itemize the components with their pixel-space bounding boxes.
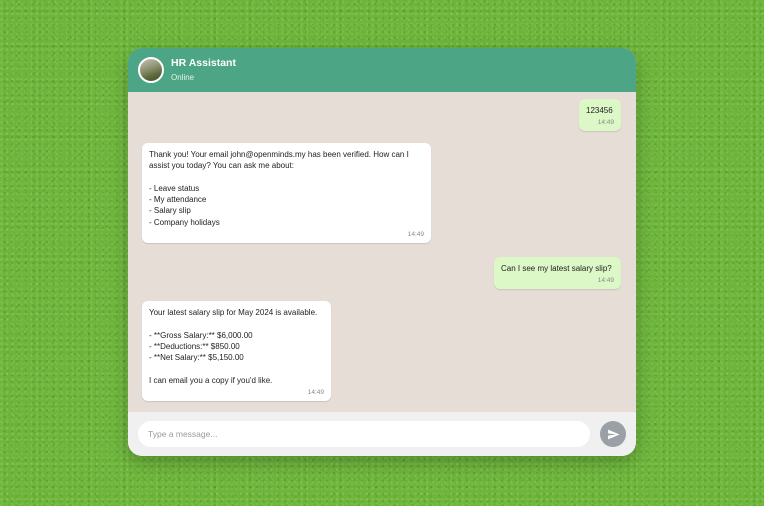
composer-bar bbox=[128, 412, 636, 456]
message-timestamp: 14:49 bbox=[307, 389, 324, 397]
message-text-line: 123456 bbox=[586, 106, 613, 115]
message-text-line: - My attendance bbox=[149, 195, 207, 205]
message-text-line: Your latest salary slip for May 2024 is … bbox=[149, 308, 318, 317]
message-bubble-incoming: Your latest salary slip for May 2024 is … bbox=[142, 301, 331, 402]
message-text-line: - **Gross Salary:** $6,000.00 bbox=[149, 330, 253, 340]
chat-title: HR Assistant bbox=[171, 56, 236, 69]
chat-window: HR Assistant Online 123456 14:49 Thank y… bbox=[128, 48, 636, 456]
message-text-line bbox=[149, 363, 324, 374]
message-text-line bbox=[149, 318, 324, 329]
send-icon bbox=[607, 429, 619, 439]
message-text-line: - Leave status bbox=[149, 183, 200, 193]
message-list[interactable]: 123456 14:49 Thank you! Your email john@… bbox=[128, 92, 636, 412]
message-text-line: I can email you a copy if you'd like. bbox=[149, 375, 273, 385]
message-timestamp: 14:49 bbox=[597, 119, 614, 127]
message-text-line: - **Net Salary:** $5,150.00 bbox=[149, 353, 244, 363]
message-text-line: - Salary slip bbox=[149, 206, 191, 216]
message-text-line: Thank you! Your email john@openminds.my … bbox=[149, 150, 409, 159]
header-text: HR Assistant Online bbox=[171, 57, 236, 84]
message-text-line: assist you today? You can ask me about: bbox=[149, 161, 294, 171]
message-text-line: Can I see my latest salary slip? bbox=[501, 264, 612, 273]
message-bubble-outgoing: 123456 14:49 bbox=[579, 99, 621, 132]
message-bubble-incoming: Thank you! Your email john@openminds.my … bbox=[142, 143, 431, 244]
message-input[interactable] bbox=[138, 421, 590, 447]
avatar[interactable] bbox=[138, 57, 164, 83]
message-text-line: - Company holidays bbox=[149, 217, 220, 227]
message-timestamp: 14:49 bbox=[407, 231, 424, 239]
online-status: Online bbox=[171, 72, 195, 82]
message-bubble-outgoing: Can I see my latest salary slip? 14:49 bbox=[494, 257, 621, 290]
message-timestamp: 14:49 bbox=[597, 277, 614, 285]
chat-header: HR Assistant Online bbox=[128, 48, 636, 92]
send-button[interactable] bbox=[600, 421, 626, 447]
message-text-line bbox=[149, 172, 424, 183]
message-text-line: - **Deductions:** $850.00 bbox=[149, 341, 240, 351]
